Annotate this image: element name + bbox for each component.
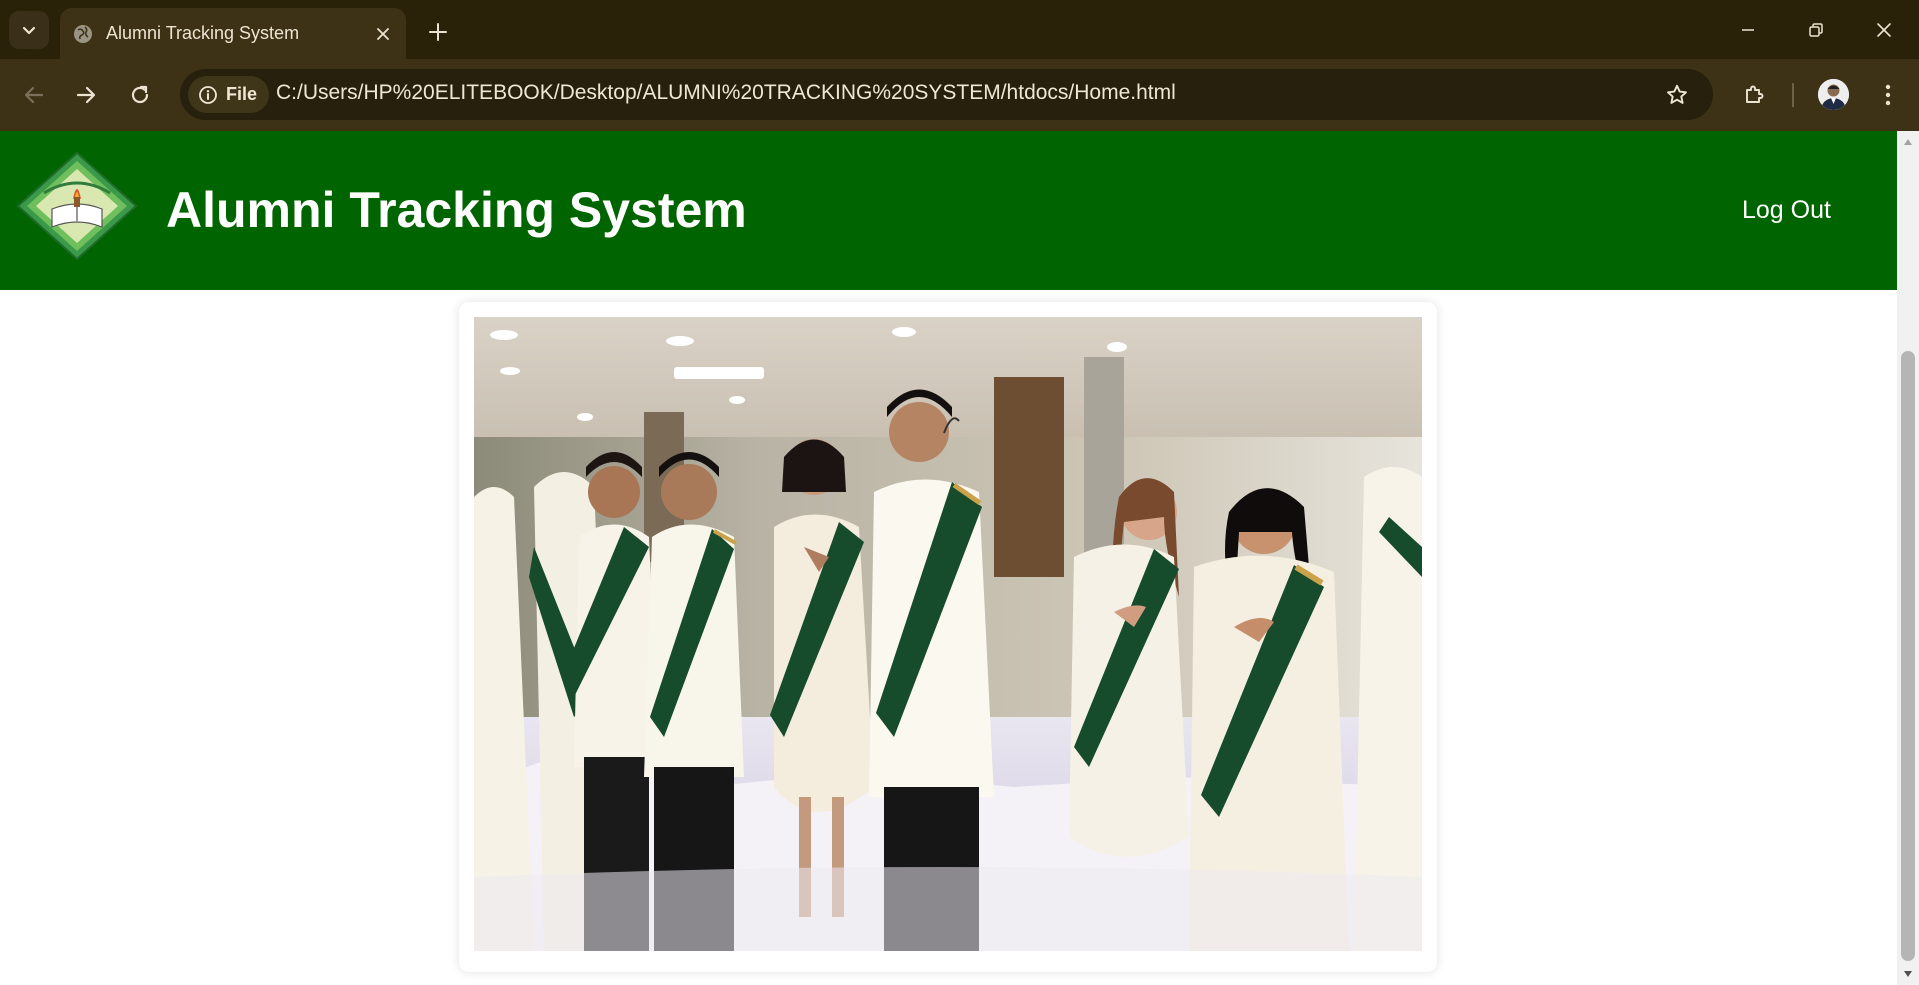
triangle-up-icon [1904,139,1912,145]
toolbar-divider [1792,83,1794,107]
browser-toolbar: File C:/Users/HP%20ELITEBOOK/Desktop/ALU… [0,59,1919,131]
forward-button[interactable] [66,75,106,115]
arrow-right-icon [76,86,96,104]
browser-menu-button[interactable] [1868,75,1908,115]
minimize-button[interactable] [1728,10,1768,50]
scroll-up-arrow[interactable] [1897,133,1919,151]
triangle-down-icon [1904,971,1912,977]
avatar-icon [1818,79,1849,110]
tab-title: Alumni Tracking System [106,23,300,43]
plus-icon [429,23,447,41]
star-icon [1667,84,1687,104]
url-text[interactable]: C:/Users/HP%20ELITEBOOK/Desktop/ALUMNI%2… [276,81,1176,105]
extensions-button[interactable] [1734,75,1774,115]
tab-close-button[interactable] [366,17,400,51]
page-viewport: Alumni Tracking System Log Out [0,131,1897,985]
close-icon [1877,23,1891,37]
info-icon [199,85,217,104]
page-scrollbar[interactable] [1897,131,1919,985]
scroll-thumb[interactable] [1901,351,1915,961]
active-tab[interactable]: Alumni Tracking System [60,8,406,59]
site-info-chip[interactable]: File [188,76,270,113]
close-icon [377,27,389,40]
puzzle-icon [1746,85,1764,103]
address-bar[interactable]: File C:/Users/HP%20ELITEBOOK/Desktop/ALU… [180,69,1713,120]
globe-icon [72,23,94,45]
close-window-button[interactable] [1864,10,1904,50]
site-header: Alumni Tracking System Log Out [0,131,1897,290]
reload-button[interactable] [120,75,160,115]
reload-icon [131,85,149,104]
restore-icon [1809,23,1823,37]
site-chip-label: File [226,84,258,104]
minimize-icon [1742,29,1754,31]
chevron-down-icon [22,26,36,35]
hero-card [459,302,1437,972]
restore-button[interactable] [1796,10,1836,50]
back-button[interactable] [14,75,54,115]
site-title: Alumni Tracking System [166,182,747,238]
kebab-menu-icon [1885,84,1891,106]
logout-link[interactable]: Log Out [1742,196,1831,225]
bookmark-button[interactable] [1659,77,1695,113]
scroll-down-arrow[interactable] [1897,965,1919,983]
graduates-photo [474,317,1422,951]
arrow-left-icon [24,86,44,104]
tab-strip: Alumni Tracking System [0,0,1919,59]
profile-avatar[interactable] [1818,79,1849,110]
tab-search-button[interactable] [9,11,49,49]
school-logo-icon [16,151,138,261]
new-tab-button[interactable] [420,14,456,50]
